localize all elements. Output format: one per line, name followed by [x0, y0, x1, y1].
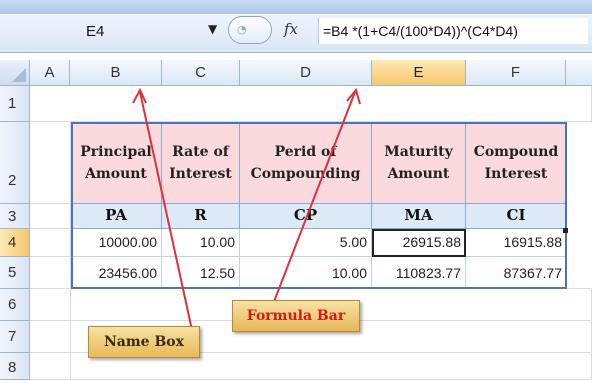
arrow-to-formula-bar [269, 91, 356, 313]
arrow-to-name-box [139, 91, 193, 331]
callout-formula-bar: Formula Bar [232, 300, 360, 332]
callout-name-box: Name Box [88, 326, 200, 358]
arrow-head-name-box [132, 87, 147, 104]
fill-handle [563, 228, 568, 233]
